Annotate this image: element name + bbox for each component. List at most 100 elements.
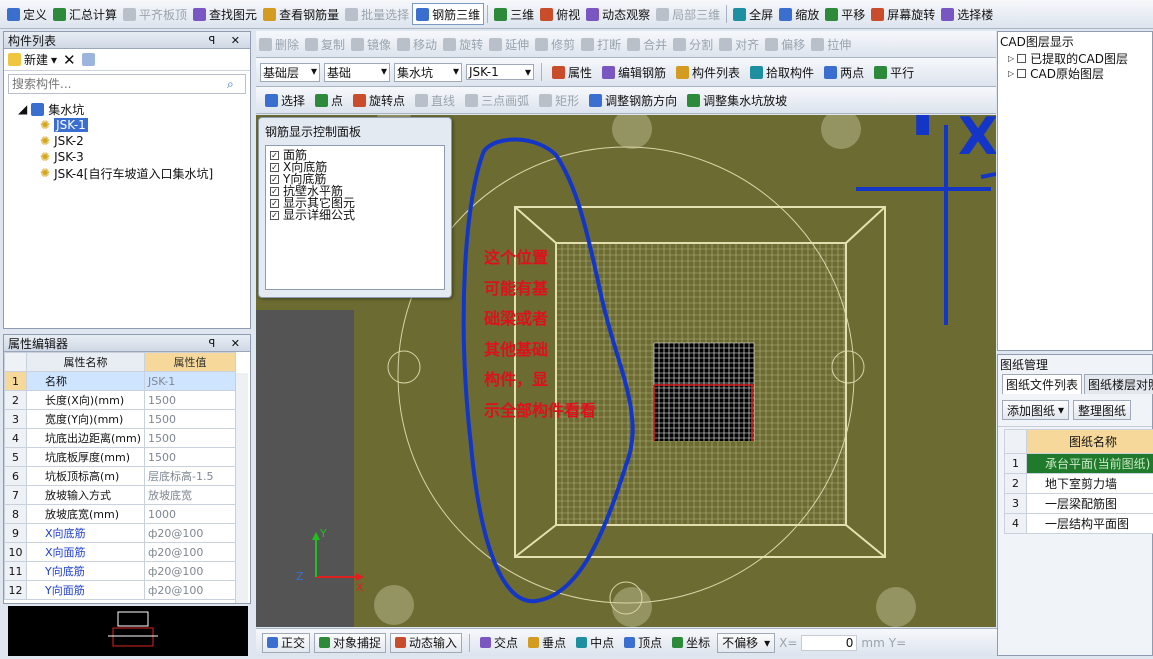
checkbox-checked-icon[interactable]: ✓	[270, 187, 279, 196]
organize-drawing-button[interactable]: 整理图纸	[1073, 400, 1131, 420]
status-0[interactable]: 正交	[262, 633, 310, 653]
edit-tool-3[interactable]: 移动	[394, 33, 440, 55]
tree-item[interactable]: ✺JSK-2	[18, 133, 250, 149]
edit-tool-7[interactable]: 打断	[578, 33, 624, 55]
drawing-tab[interactable]: 图纸文件列表	[1002, 374, 1082, 394]
edit-tool-1[interactable]: 复制	[302, 33, 348, 55]
checkbox-checked-icon[interactable]: ✓	[270, 211, 279, 220]
toolbar-align-slab-button[interactable]: 平齐板顶	[120, 3, 190, 25]
edit-tool-4[interactable]: 旋转	[440, 33, 486, 55]
panel-controls[interactable]: ꟼ ✕	[209, 337, 246, 350]
property-row[interactable]: 2长度(X向)(mm)1500	[5, 391, 236, 410]
search-icon[interactable]: ⌕	[227, 77, 245, 92]
add-drawing-button[interactable]: 添加图纸▾	[1002, 400, 1069, 420]
property-row[interactable]: 6坑板顶标高(m)层底标高-1.5	[5, 467, 236, 486]
edit-tool-2[interactable]: 镜像	[348, 33, 394, 55]
checkbox-icon[interactable]	[1017, 54, 1026, 63]
toolbar-view-rebar-button[interactable]: 查看钢筋量	[260, 3, 342, 25]
toolbar-pan-button[interactable]: 平移	[822, 3, 868, 25]
panel-controls[interactable]: ꟼ ✕	[209, 34, 246, 47]
property-row[interactable]: 9X向底筋ф20@100	[5, 524, 236, 543]
toolbar-rebar-3d-button[interactable]: 钢筋三维	[412, 3, 484, 25]
element-tool-0[interactable]: 属性	[549, 61, 595, 83]
status-7[interactable]: 坐标	[669, 632, 713, 654]
checkbox-checked-icon[interactable]: ✓	[270, 199, 279, 208]
toolbar-define-button[interactable]: 定义	[4, 3, 50, 25]
property-row[interactable]: 3宽度(Y向)(mm)1500	[5, 410, 236, 429]
cad-layer-item[interactable]: ▷CAD原始图层	[1008, 66, 1152, 81]
floor-select[interactable]: 基础层▾	[260, 63, 320, 82]
drawing-row[interactable]: 3一层梁配筋图	[1005, 494, 1153, 514]
status-4[interactable]: 垂点	[525, 632, 569, 654]
draw-tool-1[interactable]: 点	[312, 89, 346, 111]
draw-tool-2[interactable]: 旋转点	[350, 89, 408, 111]
draw-tool-5[interactable]: 矩形	[536, 89, 582, 111]
property-row[interactable]: 1名称JSK-1	[5, 372, 236, 391]
property-row[interactable]: 12Y向面筋ф20@100	[5, 581, 236, 600]
draw-tool-6[interactable]: 调整钢筋方向	[586, 89, 680, 111]
component-search-input[interactable]	[9, 75, 227, 93]
element-tool-5[interactable]: 平行	[871, 61, 917, 83]
tree-item[interactable]: ✺JSK-3	[18, 149, 250, 165]
toolbar-select-floor-button[interactable]: 选择楼	[938, 3, 996, 25]
checkbox-checked-icon[interactable]: ✓	[270, 151, 279, 160]
draw-tool-0[interactable]: 选择	[262, 89, 308, 111]
element-tool-2[interactable]: 构件列表	[673, 61, 743, 83]
element-tool-1[interactable]: 编辑钢筋	[599, 61, 669, 83]
status-3[interactable]: 交点	[477, 632, 521, 654]
status-5[interactable]: 中点	[573, 632, 617, 654]
checkbox-checked-icon[interactable]: ✓	[270, 163, 279, 172]
element-select[interactable]: JSK-1▾	[466, 64, 534, 80]
property-scrollbar[interactable]	[235, 373, 248, 603]
edit-tool-12[interactable]: 拉伸	[808, 33, 854, 55]
cad-layer-item[interactable]: ▷已提取的CAD图层	[1008, 51, 1152, 66]
property-row[interactable]: 7放坡输入方式放坡底宽	[5, 486, 236, 505]
drawing-row[interactable]: 1承台平面(当前图纸)	[1005, 454, 1153, 474]
status-1[interactable]: 对象捕捉	[314, 633, 386, 653]
element-tool-3[interactable]: 拾取构件	[747, 61, 817, 83]
draw-tool-7[interactable]: 调整集水坑放坡	[684, 89, 790, 111]
checkbox-checked-icon[interactable]: ✓	[270, 175, 279, 184]
edit-tool-0[interactable]: 删除	[256, 33, 302, 55]
toolbar-top-view-button[interactable]: 俯视	[537, 3, 583, 25]
toolbar-screen-rotate-button[interactable]: 屏幕旋转	[868, 3, 938, 25]
tree-root[interactable]: ◢集水坑	[18, 101, 250, 117]
drawing-tab[interactable]: 图纸楼层对照	[1084, 374, 1153, 394]
expand-icon[interactable]: ▷	[1008, 69, 1014, 78]
draw-tool-3[interactable]: 直线	[412, 89, 458, 111]
toolbar-cube-3d-button[interactable]: 三维	[491, 3, 537, 25]
tree-item[interactable]: ✺JSK-4[自行车坡道入口集水坑]	[18, 165, 250, 181]
property-row[interactable]: 10X向面筋ф20@100	[5, 543, 236, 562]
status-6[interactable]: 顶点	[621, 632, 665, 654]
toolbar-batch-select-button[interactable]: 批量选择	[342, 3, 412, 25]
checkbox-icon[interactable]	[1017, 69, 1026, 78]
expand-icon[interactable]: ▷	[1008, 54, 1014, 63]
drawing-row[interactable]: 4一层结构平面图	[1005, 514, 1153, 534]
draw-tool-4[interactable]: 三点画弧	[462, 89, 532, 111]
offset-select[interactable]: 不偏移▾	[717, 633, 775, 653]
edit-tool-8[interactable]: 合并	[624, 33, 670, 55]
edit-tool-5[interactable]: 延伸	[486, 33, 532, 55]
edit-tool-10[interactable]: 对齐	[716, 33, 762, 55]
type-select[interactable]: 集水坑▾	[394, 63, 462, 82]
toolbar-zoom-button[interactable]: 缩放	[776, 3, 822, 25]
toolbar-sigma-button[interactable]: 汇总计算	[50, 3, 120, 25]
edit-tool-6[interactable]: 修剪	[532, 33, 578, 55]
property-row[interactable]: 5坑底板厚度(mm)1500	[5, 448, 236, 467]
drawing-row[interactable]: 2地下室剪力墙	[1005, 474, 1153, 494]
category-select[interactable]: 基础▾	[324, 63, 390, 82]
edit-tool-9[interactable]: 分割	[670, 33, 716, 55]
property-row[interactable]: 4坑底出边距离(mm)1500	[5, 429, 236, 448]
status-2[interactable]: 动态输入	[390, 633, 462, 653]
toolbar-orbit-button[interactable]: 动态观察	[583, 3, 653, 25]
property-row[interactable]: 8放坡底宽(mm)1000	[5, 505, 236, 524]
tree-item[interactable]: ✺JSK-1	[18, 117, 250, 133]
collapse-icon[interactable]: ◢	[18, 102, 27, 116]
edit-tool-11[interactable]: 偏移	[762, 33, 808, 55]
new-component-button[interactable]: 新建 ▾	[8, 51, 57, 68]
x-coord-input[interactable]: 0	[801, 635, 857, 651]
toolbar-local-3d-button[interactable]: 局部三维	[653, 3, 723, 25]
element-tool-4[interactable]: 两点	[821, 61, 867, 83]
delete-icon[interactable]: ✕	[63, 51, 76, 69]
copy-icon[interactable]	[82, 53, 95, 66]
